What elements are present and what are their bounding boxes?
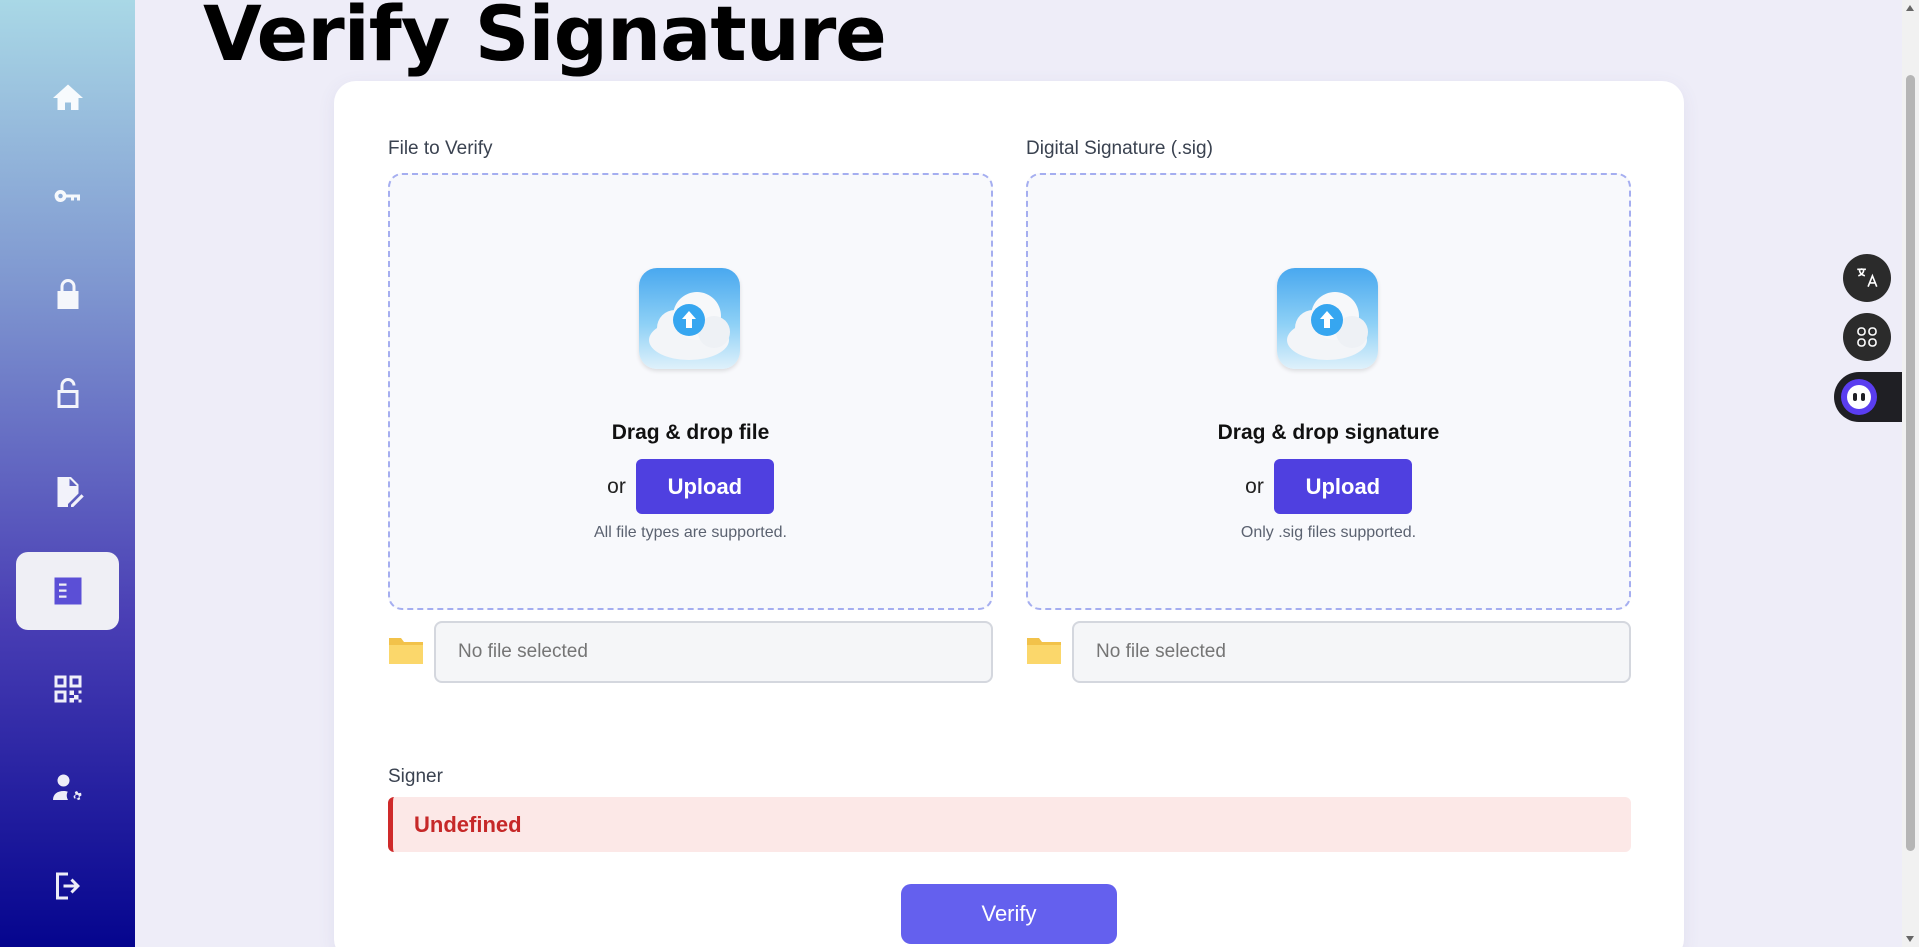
- signer-label: Signer: [388, 766, 443, 787]
- scroll-up-arrow-icon[interactable]: [1906, 5, 1914, 11]
- scroll-down-arrow-icon[interactable]: [1906, 936, 1914, 942]
- unlock-icon: [57, 378, 78, 408]
- assistant-face-icon: [1841, 379, 1877, 415]
- or-text: or: [607, 474, 626, 498]
- nav-home[interactable]: [16, 59, 119, 137]
- verify-button[interactable]: Verify: [901, 884, 1117, 944]
- signature-dropzone[interactable]: Drag & drop signature or Upload Only .si…: [1026, 173, 1631, 610]
- key-icon: [54, 189, 80, 202]
- apps-icon: [1857, 327, 1877, 347]
- sidebar: [0, 0, 135, 947]
- home-icon: [52, 84, 83, 110]
- file-upload-button[interactable]: Upload: [635, 459, 774, 514]
- page-scrollbar[interactable]: [1902, 0, 1919, 947]
- lock-icon: [57, 279, 78, 309]
- file-dropzone-title: Drag & drop file: [611, 421, 770, 444]
- verify-checklist-icon: [54, 577, 81, 605]
- nav-sign[interactable]: [16, 453, 119, 531]
- page-title: Verify Signature: [203, 0, 887, 78]
- nav-account[interactable]: [16, 749, 119, 827]
- cloud-upload-icon: [1277, 268, 1378, 369]
- signature-upload-button[interactable]: Upload: [1273, 459, 1412, 514]
- folder-icon: [389, 638, 423, 664]
- cloud-upload-icon: [639, 268, 740, 369]
- file-dropzone[interactable]: Drag & drop file or Upload All file type…: [388, 173, 993, 610]
- qr-code-icon: [54, 675, 81, 703]
- scroll-thumb[interactable]: [1906, 75, 1915, 851]
- user-settings-icon: [52, 774, 81, 801]
- nav-logout[interactable]: [16, 847, 119, 925]
- nav-keys[interactable]: [16, 157, 119, 235]
- signature-selected-row: [1026, 621, 1631, 683]
- or-text: or: [1245, 474, 1264, 498]
- file-section-label: File to Verify: [388, 138, 493, 159]
- translate-button[interactable]: [1843, 254, 1891, 302]
- file-upload-row: or Upload: [390, 459, 991, 514]
- signer-status: Undefined: [388, 797, 1631, 852]
- translate-icon: [1857, 268, 1878, 287]
- file-selected-field[interactable]: [434, 621, 993, 683]
- nav-encrypt[interactable]: [16, 255, 119, 333]
- signature-dropzone-title: Drag & drop signature: [1217, 421, 1440, 444]
- file-dropzone-hint: All file types are supported.: [594, 524, 787, 541]
- nav-verify[interactable]: [16, 552, 119, 630]
- signature-selected-field[interactable]: [1072, 621, 1631, 683]
- verify-card: File to Verify Drag & drop file or Uploa…: [334, 81, 1684, 947]
- signature-section-label: Digital Signature (.sig): [1026, 138, 1213, 159]
- apps-button[interactable]: [1843, 313, 1891, 361]
- file-signature-icon: [57, 477, 84, 507]
- nav-qr[interactable]: [16, 650, 119, 728]
- signature-upload-row: or Upload: [1028, 459, 1629, 514]
- signature-dropzone-hint: Only .sig files supported.: [1240, 524, 1417, 541]
- nav-decrypt[interactable]: [16, 354, 119, 432]
- folder-icon: [1027, 638, 1061, 664]
- logout-icon: [55, 872, 80, 900]
- file-selected-row: [388, 621, 993, 683]
